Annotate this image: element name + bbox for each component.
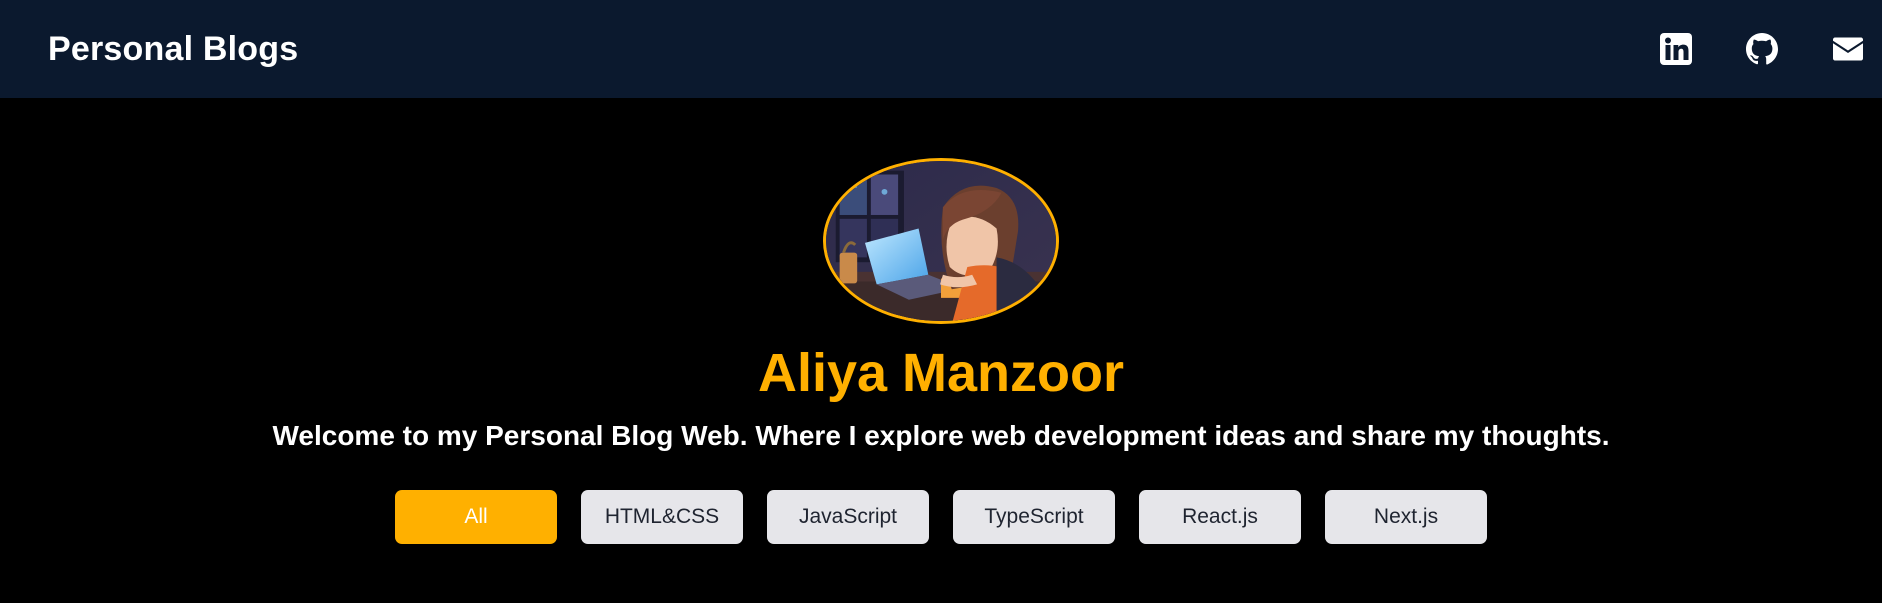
filter-all-button[interactable]: All [395, 490, 557, 544]
profile-name: Aliya Manzoor [757, 343, 1125, 403]
category-filters: All HTML&CSS JavaScript TypeScript React… [395, 490, 1487, 544]
linkedin-link[interactable] [1658, 31, 1694, 67]
profile-avatar [823, 158, 1059, 324]
social-links [1658, 31, 1882, 67]
email-link[interactable] [1830, 31, 1866, 67]
filter-javascript-button[interactable]: JavaScript [767, 490, 929, 544]
hero-section: Aliya Manzoor Welcome to my Personal Blo… [0, 98, 1882, 544]
avatar-illustration [826, 161, 1056, 321]
site-brand[interactable]: Personal Blogs [48, 30, 298, 69]
mail-icon [1833, 37, 1863, 61]
profile-tagline: Welcome to my Personal Blog Web. Where I… [272, 420, 1610, 451]
linkedin-icon [1660, 33, 1692, 65]
filter-reactjs-button[interactable]: React.js [1139, 490, 1301, 544]
filter-html-css-button[interactable]: HTML&CSS [581, 490, 743, 544]
filter-typescript-button[interactable]: TypeScript [953, 490, 1115, 544]
filter-nextjs-button[interactable]: Next.js [1325, 490, 1487, 544]
navbar: Personal Blogs [0, 0, 1882, 98]
github-icon [1746, 33, 1778, 65]
github-link[interactable] [1744, 31, 1780, 67]
